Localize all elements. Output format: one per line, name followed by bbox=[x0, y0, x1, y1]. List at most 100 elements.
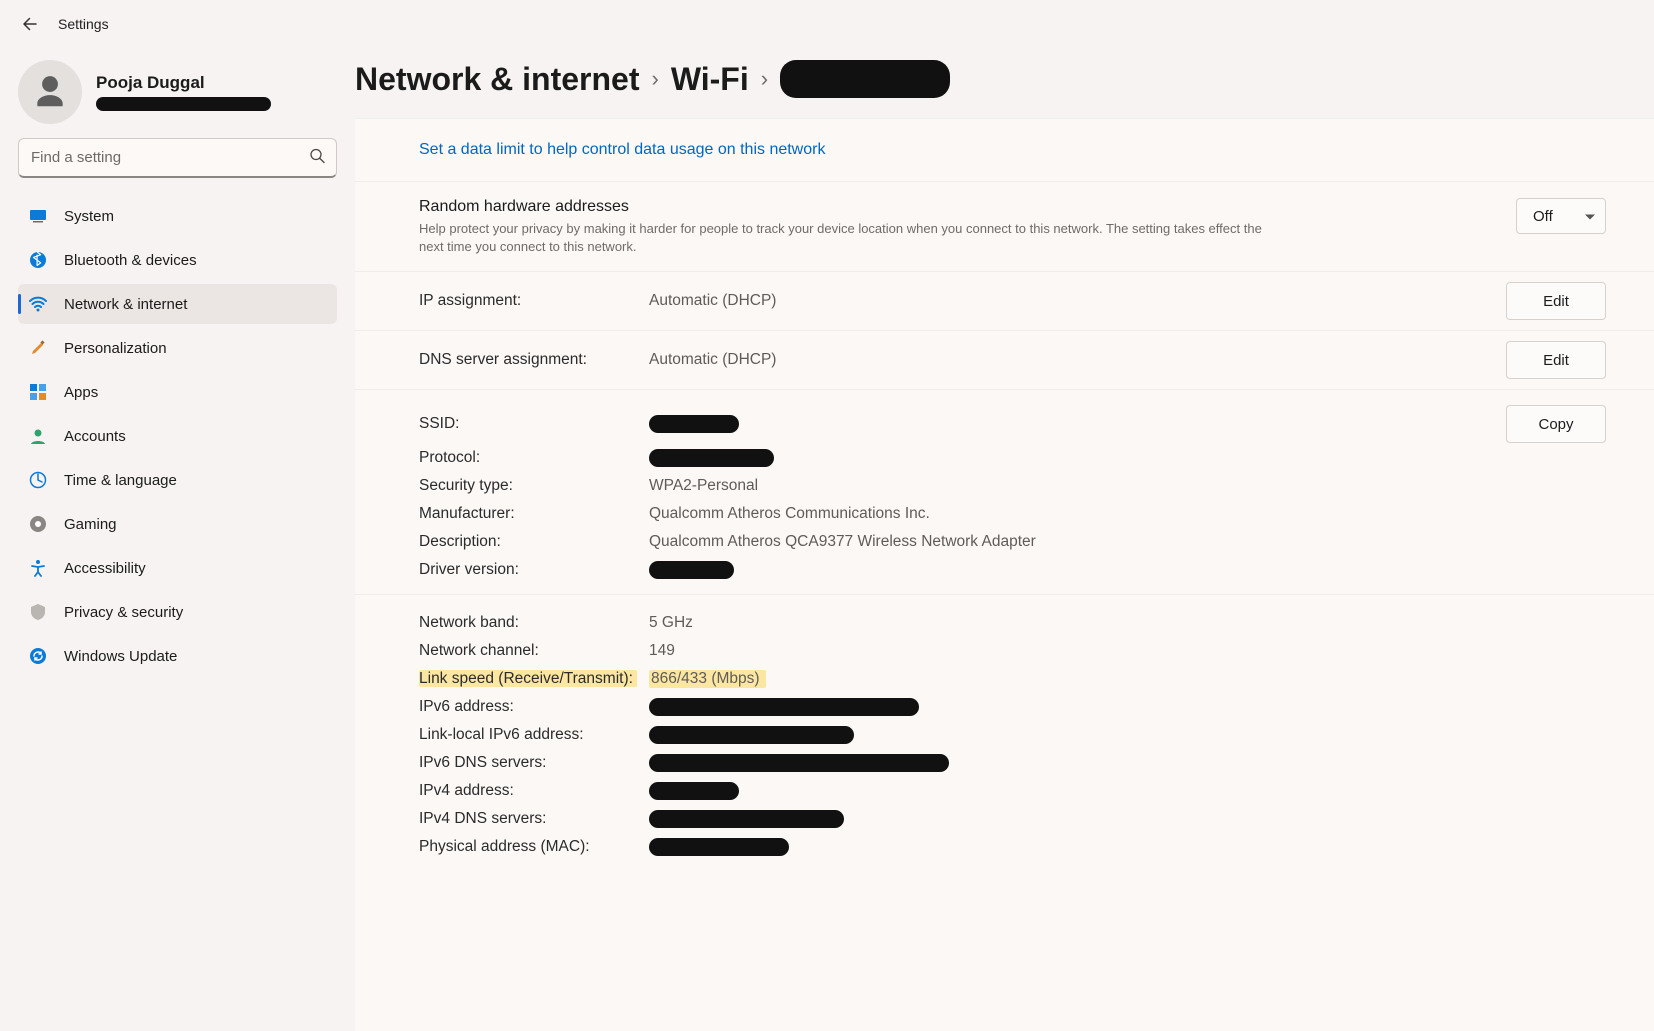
kv-line: IPv6 DNS servers: bbox=[419, 749, 1606, 777]
kv-key: Driver version: bbox=[419, 561, 649, 579]
dropdown-value: Off bbox=[1533, 208, 1553, 225]
kv-value: Automatic (DHCP) bbox=[649, 351, 776, 369]
kv-line: IPv6 address: bbox=[419, 693, 1606, 721]
sidebar-item-apps[interactable]: Apps bbox=[18, 372, 337, 412]
data-limit-link[interactable]: Set a data limit to help control data us… bbox=[355, 119, 1654, 182]
kv-value: Qualcomm Atheros QCA9377 Wireless Networ… bbox=[649, 533, 1036, 551]
chevron-right-icon: › bbox=[761, 66, 768, 92]
title-bar: Settings bbox=[0, 0, 1654, 48]
kv-key: DNS server assignment: bbox=[419, 351, 649, 369]
kv-key: Physical address (MAC): bbox=[419, 838, 649, 856]
setting-ip-assignment: IP assignment: Automatic (DHCP) Edit bbox=[355, 272, 1654, 331]
kv-key: IPv4 DNS servers: bbox=[419, 810, 649, 828]
kv-value: Qualcomm Atheros Communications Inc. bbox=[649, 505, 930, 523]
profile-text: Pooja Duggal bbox=[96, 73, 271, 111]
kv-line: Physical address (MAC): bbox=[419, 833, 1606, 861]
sidebar-item-accounts[interactable]: Accounts bbox=[18, 416, 337, 456]
sidebar-item-accessibility[interactable]: Accessibility bbox=[18, 548, 337, 588]
search-wrap bbox=[18, 138, 337, 178]
kv-value-redacted bbox=[649, 754, 949, 772]
apps-icon bbox=[28, 382, 48, 402]
kv-value-redacted bbox=[649, 810, 844, 828]
sidebar-item-label: System bbox=[64, 208, 114, 225]
kv-key: Network channel: bbox=[419, 642, 649, 660]
sidebar-item-label: Apps bbox=[64, 384, 98, 401]
sidebar-item-label: Time & language bbox=[64, 472, 177, 489]
kv-value: 5 GHz bbox=[649, 614, 693, 632]
kv-key: Network band: bbox=[419, 614, 649, 632]
kv-line: SSID: Copy bbox=[419, 404, 1606, 444]
kv-key: Link speed (Receive/Transmit): bbox=[419, 670, 637, 687]
kv-key: SSID: bbox=[419, 415, 649, 433]
sidebar: Pooja Duggal System Bluetooth & devices … bbox=[0, 48, 355, 961]
kv-line: Description:Qualcomm Atheros QCA9377 Wir… bbox=[419, 528, 1606, 556]
details-block-2: Network band:5 GHzNetwork channel:149Lin… bbox=[355, 595, 1654, 871]
sidebar-item-network[interactable]: Network & internet bbox=[18, 284, 337, 324]
sidebar-item-windows-update[interactable]: Windows Update bbox=[18, 636, 337, 676]
arrow-left-icon bbox=[22, 16, 38, 32]
kv-key: IPv4 address: bbox=[419, 782, 649, 800]
kv-value-redacted bbox=[649, 726, 854, 744]
gaming-icon bbox=[28, 514, 48, 534]
update-icon bbox=[28, 646, 48, 666]
setting-random-hw: Random hardware addresses Help protect y… bbox=[355, 182, 1654, 272]
setting-desc: Help protect your privacy by making it h… bbox=[419, 220, 1279, 255]
kv-line: Link speed (Receive/Transmit):866/433 (M… bbox=[419, 665, 1606, 693]
dns-assignment-edit-button[interactable]: Edit bbox=[1506, 341, 1606, 379]
kv-value-redacted bbox=[649, 561, 734, 579]
breadcrumb-level2[interactable]: Wi-Fi bbox=[671, 61, 749, 98]
kv-line: Link-local IPv6 address: bbox=[419, 721, 1606, 749]
sidebar-item-label: Gaming bbox=[64, 516, 117, 533]
sidebar-item-system[interactable]: System bbox=[18, 196, 337, 236]
kv-key: Description: bbox=[419, 533, 649, 551]
breadcrumb-level1[interactable]: Network & internet bbox=[355, 61, 639, 98]
system-icon bbox=[28, 206, 48, 226]
accounts-icon bbox=[28, 426, 48, 446]
sidebar-item-label: Network & internet bbox=[64, 296, 187, 313]
kv-line: IPv4 DNS servers: bbox=[419, 805, 1606, 833]
person-icon bbox=[31, 73, 69, 111]
settings-panel: Set a data limit to help control data us… bbox=[355, 118, 1654, 1031]
kv-value-redacted bbox=[649, 698, 919, 716]
profile-block[interactable]: Pooja Duggal bbox=[18, 60, 355, 124]
kv-value-redacted bbox=[649, 415, 739, 433]
bluetooth-icon bbox=[28, 250, 48, 270]
kv-value: Automatic (DHCP) bbox=[649, 292, 776, 310]
sidebar-item-time-language[interactable]: Time & language bbox=[18, 460, 337, 500]
paintbrush-icon bbox=[28, 338, 48, 358]
search-input[interactable] bbox=[18, 138, 337, 178]
random-hw-dropdown[interactable]: Off bbox=[1516, 198, 1606, 234]
sidebar-item-privacy[interactable]: Privacy & security bbox=[18, 592, 337, 632]
kv-key: Link-local IPv6 address: bbox=[419, 726, 649, 744]
profile-email-redacted bbox=[96, 97, 271, 111]
copy-button[interactable]: Copy bbox=[1506, 405, 1606, 443]
ip-assignment-edit-button[interactable]: Edit bbox=[1506, 282, 1606, 320]
setting-dns-assignment: DNS server assignment: Automatic (DHCP) … bbox=[355, 331, 1654, 390]
kv-key: IP assignment: bbox=[419, 292, 649, 310]
kv-key: IPv6 DNS servers: bbox=[419, 754, 649, 772]
setting-title: Random hardware addresses bbox=[419, 198, 1289, 216]
sidebar-item-personalization[interactable]: Personalization bbox=[18, 328, 337, 368]
kv-line: Network band:5 GHz bbox=[419, 609, 1606, 637]
breadcrumb-level3-redacted bbox=[780, 60, 950, 98]
kv-value: 149 bbox=[649, 642, 675, 660]
details-block-1: SSID:CopyProtocol:Security type:WPA2-Per… bbox=[355, 390, 1654, 595]
kv-line: Driver version: bbox=[419, 556, 1606, 584]
sidebar-item-label: Accessibility bbox=[64, 560, 146, 577]
sidebar-item-label: Bluetooth & devices bbox=[64, 252, 197, 269]
sidebar-item-label: Privacy & security bbox=[64, 604, 183, 621]
sidebar-item-bluetooth[interactable]: Bluetooth & devices bbox=[18, 240, 337, 280]
kv-value-redacted bbox=[649, 782, 739, 800]
nav: System Bluetooth & devices Network & int… bbox=[18, 196, 337, 676]
kv-value-redacted bbox=[649, 838, 789, 856]
sidebar-item-label: Accounts bbox=[64, 428, 126, 445]
sidebar-item-label: Personalization bbox=[64, 340, 167, 357]
kv-line: Network channel:149 bbox=[419, 637, 1606, 665]
sidebar-item-gaming[interactable]: Gaming bbox=[18, 504, 337, 544]
kv-line: Manufacturer:Qualcomm Atheros Communicat… bbox=[419, 500, 1606, 528]
shield-icon bbox=[28, 602, 48, 622]
kv-key: Security type: bbox=[419, 477, 649, 495]
back-button[interactable] bbox=[18, 12, 42, 36]
kv-line: IPv4 address: bbox=[419, 777, 1606, 805]
kv-key: IPv6 address: bbox=[419, 698, 649, 716]
